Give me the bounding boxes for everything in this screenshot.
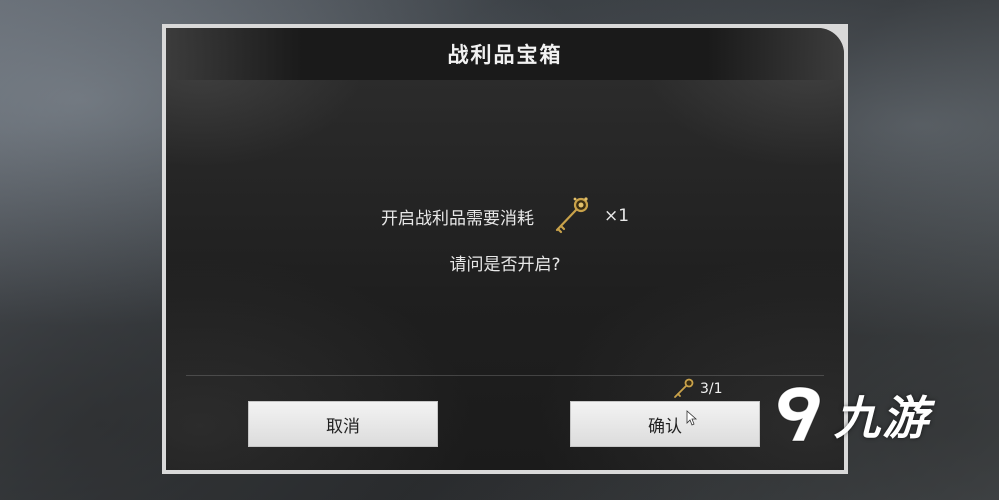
golden-key-icon bbox=[555, 197, 589, 234]
confirm-button-label: 确认 bbox=[648, 416, 682, 437]
cost-multiplier: ×1 bbox=[603, 206, 630, 226]
watermark-text: 九游 bbox=[834, 391, 930, 445]
cancel-button-label: 取消 bbox=[326, 416, 360, 437]
confirm-button[interactable]: 确认 bbox=[570, 401, 760, 447]
cost-message: 开启战利品需要消耗 ×1 bbox=[166, 197, 844, 234]
jiuyou-watermark: 九游 bbox=[770, 380, 930, 450]
confirm-question: 请问是否开启? bbox=[449, 255, 561, 275]
mouse-cursor-icon bbox=[686, 410, 698, 426]
cost-message-text: 开启战利品需要消耗 bbox=[380, 208, 534, 229]
small-key-icon bbox=[674, 378, 694, 398]
dialog-panel: 战利品宝箱 开启战利品需要消耗 ×1 请问是否开启? 取消 3/1 确认 bbox=[166, 28, 844, 470]
cancel-button[interactable]: 取消 bbox=[248, 401, 438, 447]
loot-chest-dialog: 战利品宝箱 开启战利品需要消耗 ×1 请问是否开启? 取消 3/1 确认 bbox=[162, 24, 848, 474]
dialog-title: 战利品宝箱 bbox=[447, 43, 563, 67]
key-inventory-count: 3/1 bbox=[670, 376, 723, 402]
key-count-text: 3/1 bbox=[700, 381, 723, 397]
jiuyou-logo-icon bbox=[777, 386, 821, 442]
divider bbox=[186, 375, 824, 376]
dialog-title-bar: 战利品宝箱 bbox=[166, 28, 844, 80]
